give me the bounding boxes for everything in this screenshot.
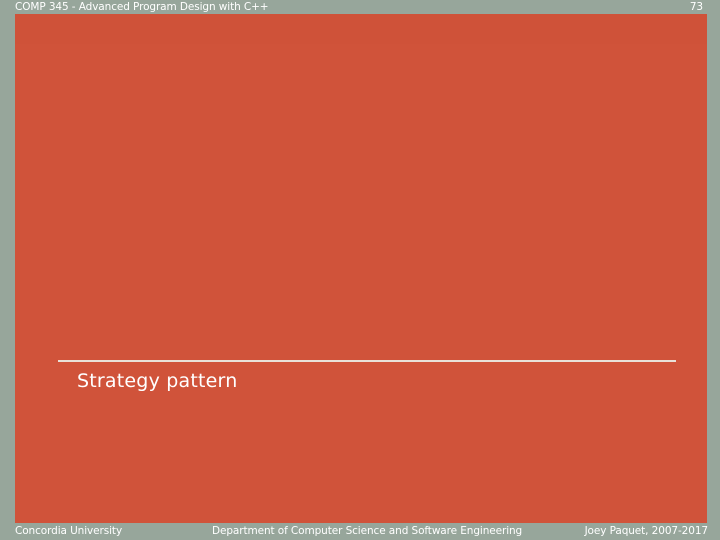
panel-top-band (15, 14, 707, 44)
slide-number: 73 (689, 1, 703, 13)
slide: COMP 345 - Advanced Program Design with … (0, 0, 720, 540)
title-panel (15, 14, 707, 523)
section-title: Strategy pattern (77, 370, 238, 392)
footer-department: Department of Computer Science and Softw… (212, 525, 523, 537)
course-title: COMP 345 - Advanced Program Design with … (15, 1, 269, 13)
footer-university: Concordia University (15, 525, 123, 537)
title-divider (58, 360, 676, 362)
footer-author: Joey Paquet, 2007-2017 (584, 525, 709, 537)
